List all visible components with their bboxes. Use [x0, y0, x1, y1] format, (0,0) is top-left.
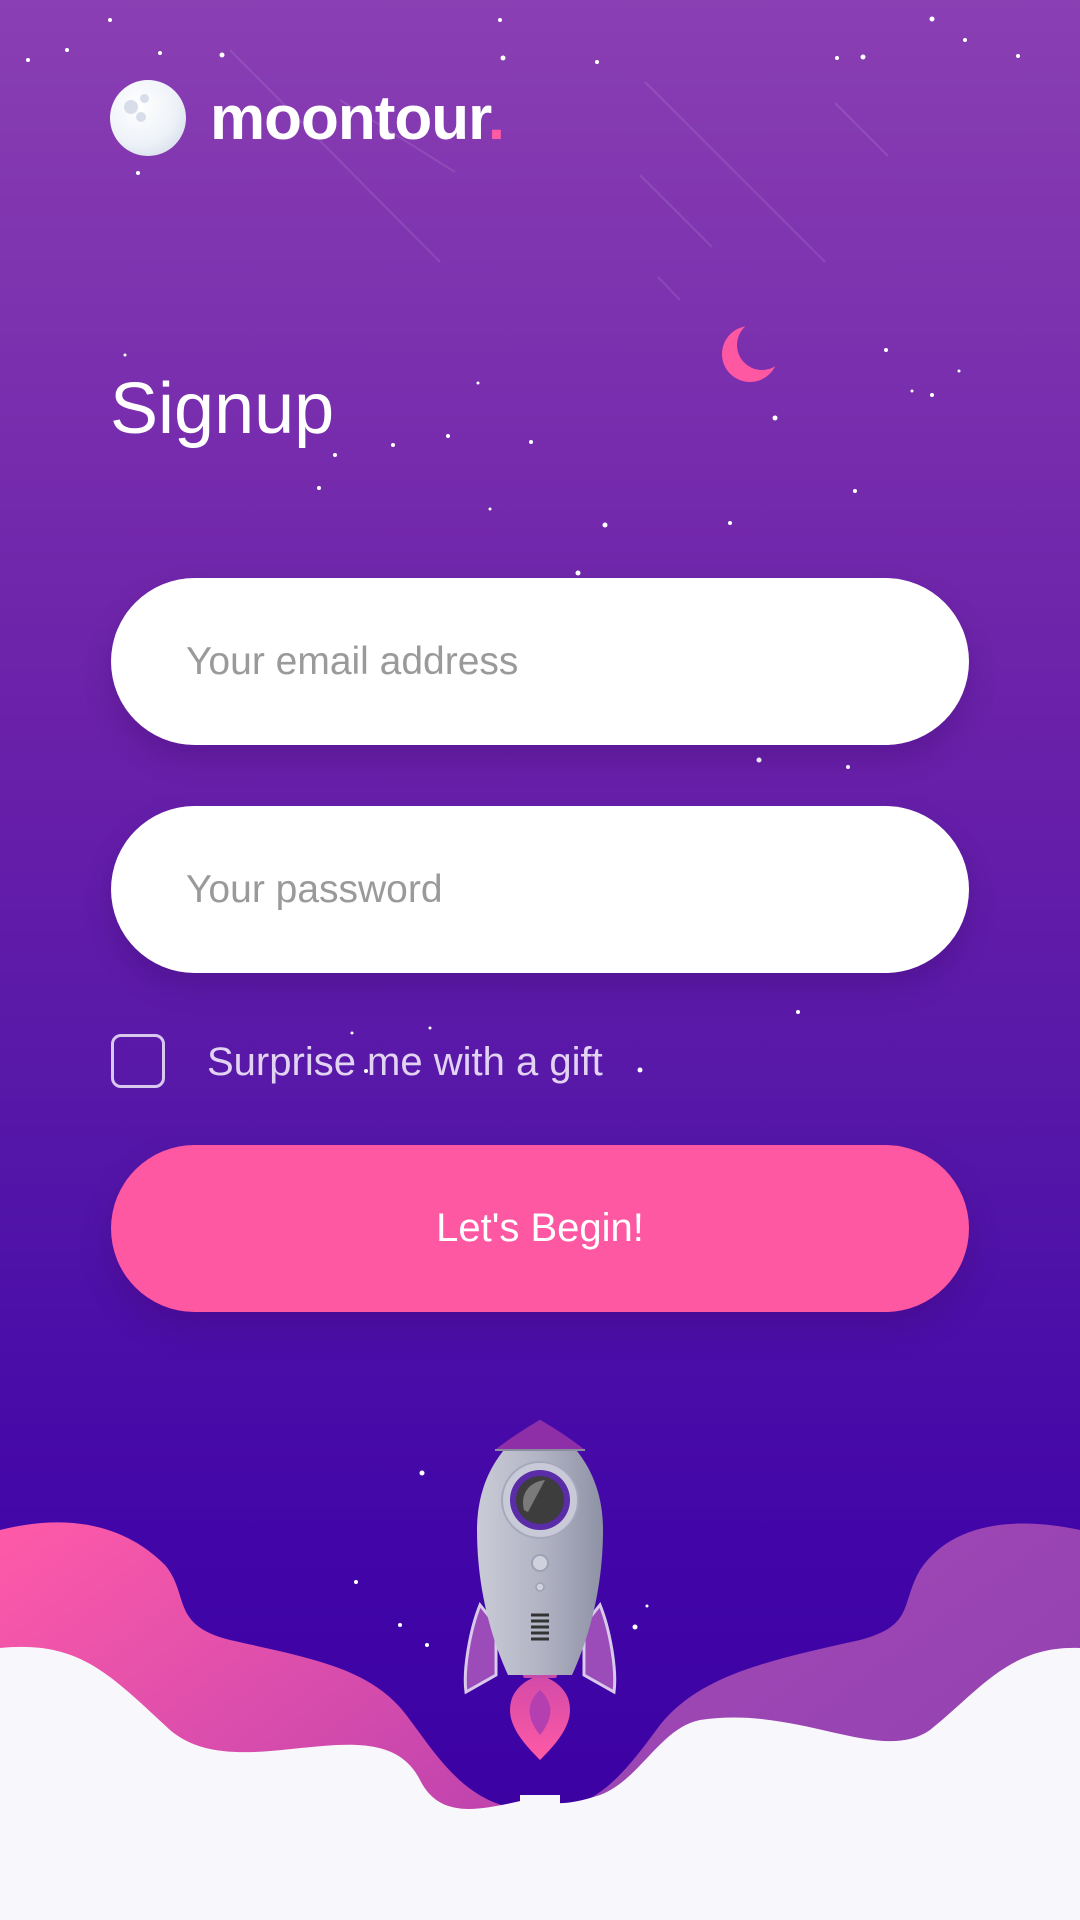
rocket-illustration — [463, 1420, 617, 1760]
